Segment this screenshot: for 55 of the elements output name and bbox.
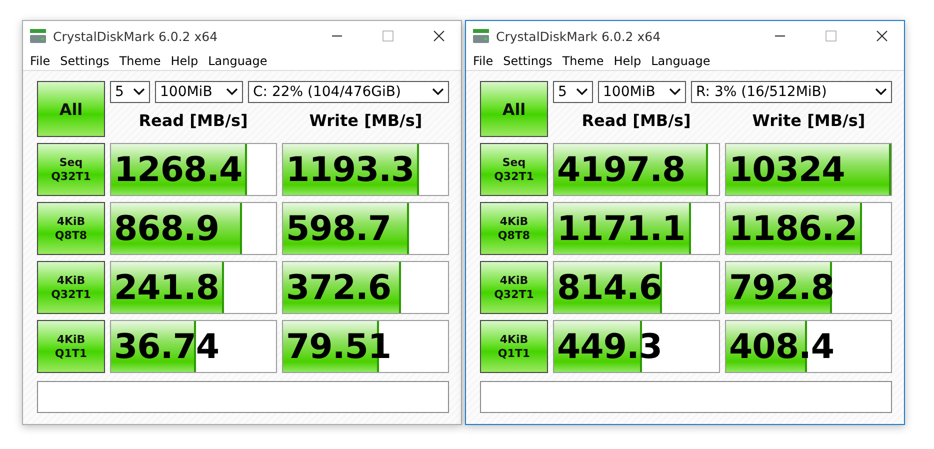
menu-item[interactable]: Language (203, 54, 272, 68)
column-header: Write [MB/s] (308, 110, 424, 130)
result-cell: 241.8 (110, 261, 277, 314)
chevron-icon (432, 88, 444, 96)
menu-item[interactable]: Help (608, 54, 646, 68)
result-cell: 4197.8 (553, 143, 720, 196)
test-button[interactable]: 4KiB Q1T1 (37, 320, 105, 373)
menu-item[interactable]: Theme (114, 54, 166, 68)
window-title: CrystalDiskMark 6.0.2 x64 (496, 28, 661, 44)
column-header: Read [MB/s] (580, 110, 692, 130)
chevron-icon (133, 88, 145, 96)
menu-item[interactable]: File (468, 54, 498, 68)
drive-dropdown[interactable]: C: 22% (104/476GiB) (248, 81, 449, 103)
menu-item[interactable]: Theme (557, 54, 609, 68)
menu-item[interactable]: Settings (498, 54, 558, 68)
menu-item[interactable]: Help (166, 54, 204, 68)
result-cell: 598.7 (282, 202, 449, 255)
menu-item[interactable]: File (25, 54, 56, 68)
test-button[interactable]: 4KiB Q32T1 (37, 261, 105, 314)
chevron-icon (875, 88, 887, 96)
comment-field[interactable] (37, 381, 449, 413)
result-cell: 1193.3 (282, 143, 449, 196)
comment-field[interactable] (480, 381, 892, 413)
close-icon[interactable] (433, 30, 445, 42)
test-button[interactable]: 4KiB Q32T1 (480, 261, 548, 314)
disk-icon (29, 28, 47, 44)
close-icon[interactable] (876, 30, 888, 42)
result-cell: 1268.4 (110, 143, 277, 196)
result-cell: 372.6 (282, 261, 449, 314)
count-dropdown[interactable]: 5 (110, 81, 150, 103)
all-button[interactable]: All (480, 81, 548, 137)
chevron-icon (576, 88, 588, 96)
test-button[interactable]: Seq Q32T1 (480, 143, 548, 196)
column-header: Write [MB/s] (751, 110, 866, 130)
result-cell: 814.6 (553, 261, 720, 314)
result-cell: 1171.1 (553, 202, 720, 255)
test-button[interactable]: 4KiB Q8T8 (480, 202, 548, 255)
size-dropdown[interactable]: 100MiB (598, 81, 686, 103)
size-dropdown[interactable]: 100MiB (155, 81, 243, 103)
disk-icon (472, 28, 490, 44)
column-header: Read [MB/s] (138, 110, 249, 130)
result-cell: 1186.2 (725, 202, 892, 255)
menu-item[interactable]: Language (646, 54, 716, 68)
drive-dropdown[interactable]: R: 3% (16/512MiB) (691, 81, 892, 103)
menu-item[interactable]: Settings (55, 54, 114, 68)
test-button[interactable]: Seq Q32T1 (37, 143, 105, 196)
window-title: CrystalDiskMark 6.0.2 x64 (53, 28, 218, 44)
all-button[interactable]: All (37, 81, 105, 137)
result-cell: 868.9 (110, 202, 277, 255)
test-button[interactable]: 4KiB Q1T1 (480, 320, 548, 373)
count-dropdown[interactable]: 5 (553, 81, 593, 103)
chevron-icon (669, 88, 681, 96)
test-button[interactable]: 4KiB Q8T8 (37, 202, 105, 255)
chevron-icon (226, 88, 238, 96)
result-cell: 10324 (725, 143, 892, 196)
